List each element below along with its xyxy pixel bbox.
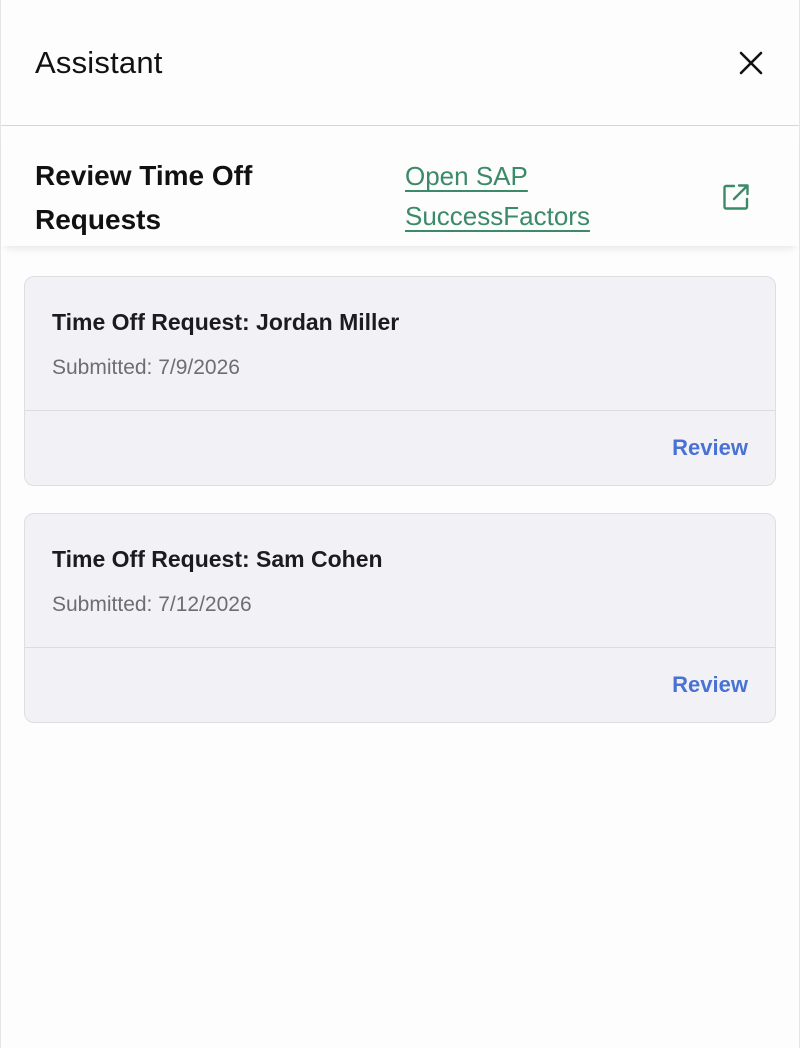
request-list: Time Off Request: Jordan Miller Submitte… bbox=[1, 246, 799, 723]
panel-title: Assistant bbox=[35, 44, 163, 80]
request-card: Time Off Request: Sam Cohen Submitted: 7… bbox=[24, 513, 776, 723]
subheader: Review Time Off Requests Open SAP Succes… bbox=[1, 126, 799, 246]
close-icon bbox=[739, 51, 763, 74]
request-card-footer: Review bbox=[25, 411, 775, 485]
request-title: Time Off Request: Jordan Miller bbox=[52, 309, 400, 335]
section-title: Review Time Off Requests bbox=[35, 160, 253, 235]
request-title: Time Off Request: Sam Cohen bbox=[52, 546, 383, 572]
review-button[interactable]: Review bbox=[672, 672, 748, 698]
request-card: Time Off Request: Jordan Miller Submitte… bbox=[24, 276, 776, 486]
request-submitted-date: Submitted: 7/12/2026 bbox=[52, 593, 252, 616]
close-button[interactable] bbox=[731, 43, 771, 83]
assistant-panel: Assistant Review Time Off Requests Open … bbox=[0, 0, 800, 1048]
open-sap-successfactors-link[interactable]: Open SAP SuccessFactors bbox=[405, 156, 645, 236]
request-card-body: Time Off Request: Jordan Miller Submitte… bbox=[25, 277, 775, 411]
external-link-button[interactable] bbox=[717, 178, 755, 216]
request-card-footer: Review bbox=[25, 648, 775, 722]
request-submitted-date: Submitted: 7/9/2026 bbox=[52, 356, 240, 379]
external-link-icon bbox=[723, 184, 749, 210]
request-card-body: Time Off Request: Sam Cohen Submitted: 7… bbox=[25, 514, 775, 648]
panel-header: Assistant bbox=[1, 0, 799, 126]
review-button[interactable]: Review bbox=[672, 435, 748, 461]
